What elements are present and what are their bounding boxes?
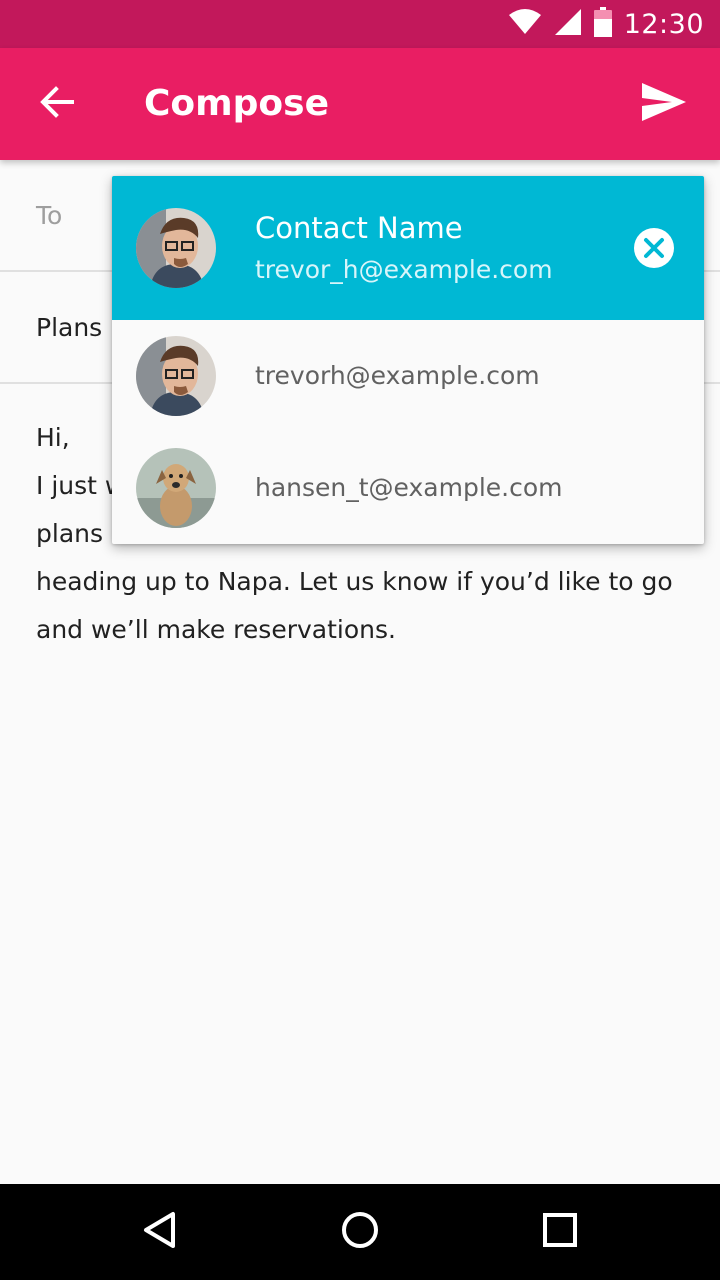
back-button[interactable] <box>20 68 92 140</box>
cellular-signal-icon <box>554 8 582 40</box>
man-with-glasses-avatar <box>136 336 216 416</box>
dog-avatar <box>136 448 216 528</box>
body-line: and we’ll make reservations. <box>36 615 396 644</box>
navigation-bar <box>0 1184 720 1280</box>
contact-option-email: hansen_t@example.com <box>255 473 563 502</box>
page-title: Compose <box>144 83 330 124</box>
subject-text: Plans <box>36 312 103 342</box>
contact-option[interactable]: hansen_t@example.com <box>112 432 704 544</box>
status-bar: 12:30 <box>0 0 720 48</box>
avatar <box>136 336 216 416</box>
contact-option[interactable]: trevorh@example.com <box>112 320 704 432</box>
nav-home-button[interactable] <box>324 1196 396 1268</box>
app-bar: Compose <box>0 48 720 160</box>
selected-contact-chip[interactable]: Contact Name trevor_h@example.com <box>112 176 704 320</box>
clock: 12:30 <box>623 8 704 40</box>
arrow-back-icon <box>38 84 74 124</box>
contact-email: trevor_h@example.com <box>255 255 553 284</box>
remove-contact-button[interactable] <box>632 226 676 270</box>
nav-back-button[interactable] <box>124 1196 196 1268</box>
contact-autocomplete-dropdown: Contact Name trevor_h@example.com trevor… <box>112 176 704 544</box>
body-line: heading up to Napa. Let us know if you’d… <box>36 567 673 596</box>
avatar <box>136 208 216 288</box>
back-triangle-icon <box>140 1210 180 1254</box>
man-with-glasses-avatar <box>136 208 216 288</box>
avatar <box>136 448 216 528</box>
send-button[interactable] <box>628 68 700 140</box>
contact-name: Contact Name <box>255 211 463 245</box>
recents-square-icon <box>542 1212 578 1252</box>
close-circle-icon <box>632 228 676 274</box>
send-icon <box>642 83 686 125</box>
contact-option-email: trevorh@example.com <box>255 361 540 390</box>
battery-icon <box>593 7 612 41</box>
home-circle-icon <box>340 1210 380 1254</box>
nav-recents-button[interactable] <box>524 1196 596 1268</box>
to-label: To <box>36 200 63 230</box>
wifi-icon <box>508 9 542 39</box>
